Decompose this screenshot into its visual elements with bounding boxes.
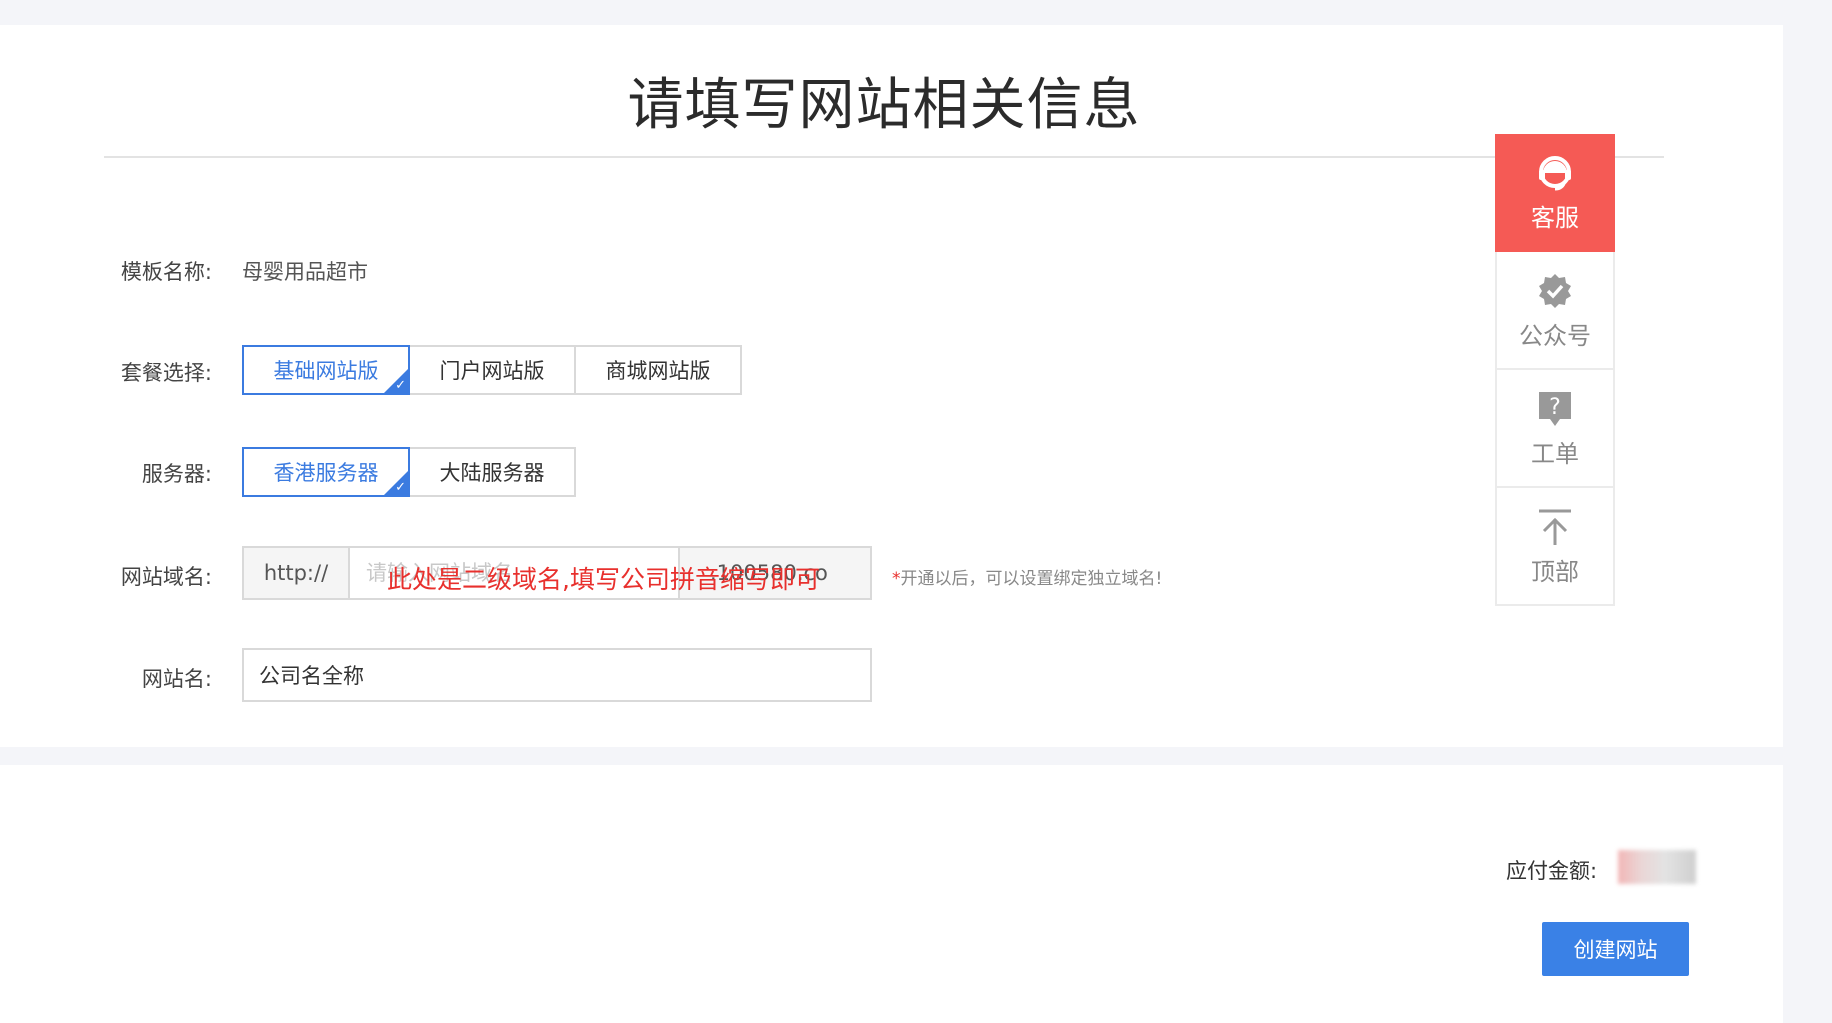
question-ticket-icon: ? (1536, 388, 1574, 430)
domain-annotation: 此处是二级域名,填写公司拼音缩写即可 (387, 565, 820, 594)
domain-prefix: http:// (244, 548, 350, 598)
headset-icon (1535, 152, 1575, 194)
server-option-label: 大陆服务器 (439, 461, 545, 485)
sidebar-item-ticket[interactable]: ? 工单 (1495, 370, 1615, 488)
domain-hint: *开通以后，可以设置绑定独立域名! (892, 564, 1162, 589)
template-value: 母婴用品超市 (242, 260, 368, 284)
site-name-label: 网站名: (141, 667, 212, 691)
template-label: 模板名称: (120, 260, 212, 284)
domain-label: 网站域名: (120, 565, 212, 589)
verified-badge-icon (1536, 270, 1574, 312)
sidebar-item-top[interactable]: 顶部 (1495, 488, 1615, 606)
checkmark-icon: ✓ (395, 378, 406, 393)
sidebar-item-label: 公众号 (1519, 321, 1591, 350)
sidebar-item-label: 客服 (1531, 203, 1579, 232)
svg-text:?: ? (1549, 395, 1561, 420)
sidebar-item-label: 顶部 (1531, 557, 1579, 586)
package-option-label: 基础网站版 (273, 359, 379, 383)
sidebar-item-wechat[interactable]: 公众号 (1495, 252, 1615, 370)
server-option-mainland[interactable]: 大陆服务器 (408, 447, 576, 497)
package-label: 套餐选择: (120, 361, 212, 385)
package-option-mall[interactable]: 商城网站版 (574, 345, 742, 395)
title-divider (104, 156, 1664, 158)
package-option-portal[interactable]: 门户网站版 (408, 345, 576, 395)
sidebar-item-service[interactable]: 客服 (1495, 134, 1615, 252)
server-option-hongkong[interactable]: 香港服务器 ✓ (242, 447, 410, 497)
site-name-input[interactable] (242, 648, 872, 702)
package-option-basic[interactable]: 基础网站版 ✓ (242, 345, 410, 395)
floating-sidebar: 客服 公众号 ? 工单 顶部 (1495, 134, 1615, 606)
create-site-button[interactable]: 创建网站 (1542, 922, 1689, 976)
sidebar-item-label: 工单 (1531, 439, 1579, 468)
payment-panel (0, 765, 1783, 1023)
server-label: 服务器: (141, 462, 212, 486)
back-to-top-icon (1536, 506, 1574, 548)
domain-hint-text: 开通以后，可以设置绑定独立域名! (900, 569, 1163, 589)
payment-label: 应付金额: (1506, 859, 1598, 883)
package-option-label: 商城网站版 (605, 359, 711, 383)
required-star: * (892, 569, 901, 589)
package-option-label: 门户网站版 (439, 359, 545, 383)
page-title: 请填写网站相关信息 (627, 73, 1141, 138)
checkmark-icon: ✓ (395, 480, 406, 495)
payment-amount-blurred (1618, 850, 1696, 884)
server-option-label: 香港服务器 (273, 461, 379, 485)
